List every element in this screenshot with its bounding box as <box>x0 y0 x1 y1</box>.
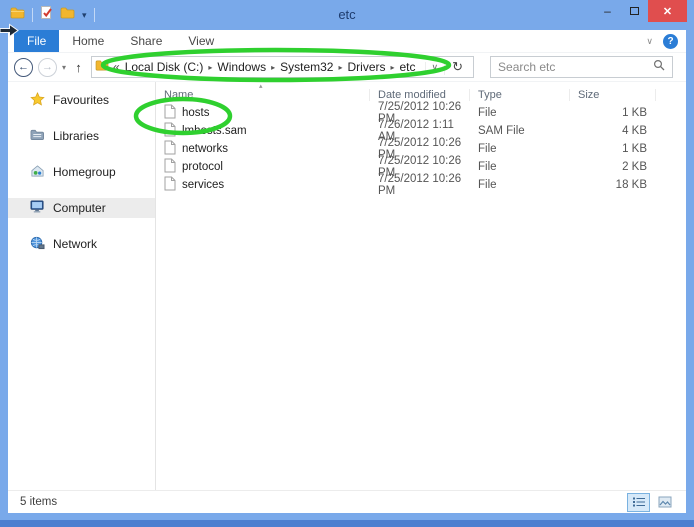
up-button[interactable]: ↑ <box>71 60 86 75</box>
breadcrumb-item-etc[interactable]: etc <box>397 60 419 74</box>
sidebar-item-label: Network <box>53 237 97 251</box>
size-cell: 4 KB <box>570 125 656 137</box>
file-name-cell: networks <box>156 140 370 158</box>
size-cell: 1 KB <box>570 107 656 119</box>
address-bar-row: ← → ▾ ↑ « Local Disk (C:) ▸ Windows ▸ Sy… <box>8 53 686 82</box>
window-bottom-edge <box>0 520 694 527</box>
column-header-date-modified[interactable]: Date modified <box>370 89 470 101</box>
column-header-size[interactable]: Size <box>570 89 656 101</box>
sidebar-item-computer[interactable]: Computer <box>8 198 155 218</box>
search-icon[interactable] <box>653 58 665 76</box>
file-icon <box>164 122 176 140</box>
explorer-window: ▾ etc – ✕ File Home Share View ∨ ? ← → ▾… <box>0 0 694 527</box>
window-controls: – ✕ <box>594 0 687 22</box>
address-dropdown-icon[interactable]: ∨ <box>425 62 445 73</box>
item-count: 5 items <box>20 496 57 508</box>
ribbon-tab-row: File Home Share View ∨ ? <box>8 30 686 53</box>
network-icon <box>30 236 45 253</box>
details-view-button[interactable] <box>627 493 650 512</box>
status-bar: 5 items <box>8 490 686 513</box>
sidebar-item-label: Favourites <box>53 93 109 107</box>
breadcrumb-item-drive[interactable]: Local Disk (C:) <box>122 60 207 74</box>
tab-share[interactable]: Share <box>117 30 175 52</box>
tab-view[interactable]: View <box>175 30 227 52</box>
sidebar-item-network[interactable]: Network <box>8 234 155 254</box>
column-headers: ▴ Name Date modified Type Size <box>156 82 686 104</box>
sort-ascending-icon: ▴ <box>259 82 263 90</box>
type-cell: File <box>470 143 570 155</box>
table-row-services[interactable]: services 7/25/2012 10:26 PM File 18 KB <box>156 176 686 194</box>
breadcrumb-item-drivers[interactable]: Drivers <box>344 60 388 74</box>
maximize-icon <box>630 7 639 15</box>
sidebar-item-label: Computer <box>53 201 106 215</box>
client-area: File Home Share View ∨ ? ← → ▾ ↑ « Local… <box>8 30 686 513</box>
breadcrumb-separator-icon[interactable]: ▸ <box>206 63 214 72</box>
column-header-name[interactable]: Name <box>156 89 370 101</box>
size-cell: 2 KB <box>570 161 656 173</box>
window-title: etc <box>0 7 694 22</box>
large-icons-view-button[interactable] <box>653 493 676 512</box>
view-buttons <box>627 493 676 512</box>
breadcrumb-separator-icon[interactable]: ▸ <box>336 63 344 72</box>
file-name-cell: services <box>156 176 370 194</box>
file-list-pane: ▴ Name Date modified Type Size hosts 7/2… <box>155 82 686 490</box>
forward-button[interactable]: → <box>38 58 57 77</box>
back-button[interactable]: ← <box>14 58 33 77</box>
file-icon <box>164 158 176 176</box>
breadcrumb-item-system32[interactable]: System32 <box>277 60 336 74</box>
refresh-icon[interactable]: ↻ <box>444 59 470 75</box>
help-icon[interactable]: ? <box>663 34 678 49</box>
file-name-cell: lmhosts.sam <box>156 122 370 140</box>
type-cell: File <box>470 161 570 173</box>
breadcrumb-overflow[interactable]: « <box>109 60 122 74</box>
file-icon <box>164 176 176 194</box>
file-icon <box>164 140 176 158</box>
type-cell: File <box>470 179 570 191</box>
tab-home[interactable]: Home <box>59 30 117 52</box>
breadcrumb-item-windows[interactable]: Windows <box>214 60 269 74</box>
search-input[interactable] <box>498 60 653 74</box>
computer-icon <box>30 200 45 216</box>
tab-file[interactable]: File <box>14 30 59 52</box>
navigation-pane: Favourites Libraries Homegroup <box>8 82 155 490</box>
homegroup-icon <box>30 164 45 181</box>
maximize-button[interactable] <box>621 0 648 22</box>
recent-locations-icon[interactable]: ▾ <box>62 63 66 72</box>
breadcrumb-separator-icon[interactable]: ▸ <box>388 63 396 72</box>
file-name-cell: hosts <box>156 104 370 122</box>
type-cell: File <box>470 107 570 119</box>
address-folder-icon <box>95 60 109 74</box>
file-name-cell: protocol <box>156 158 370 176</box>
date-cell: 7/25/2012 10:26 PM <box>370 173 470 197</box>
ribbon-right-controls: ∨ ? <box>646 30 678 52</box>
sidebar-item-homegroup[interactable]: Homegroup <box>8 162 155 182</box>
address-bar[interactable]: « Local Disk (C:) ▸ Windows ▸ System32 ▸… <box>91 56 474 78</box>
titlebar[interactable]: ▾ etc – ✕ <box>0 0 694 30</box>
size-cell: 18 KB <box>570 179 656 191</box>
star-icon <box>30 92 45 109</box>
sidebar-item-label: Homegroup <box>53 165 116 179</box>
column-header-type[interactable]: Type <box>470 89 570 101</box>
minimize-button[interactable]: – <box>594 0 621 22</box>
main-area: Favourites Libraries Homegroup <box>8 82 686 490</box>
libraries-icon <box>30 128 45 144</box>
collapse-ribbon-icon[interactable]: ∨ <box>646 36 653 47</box>
sidebar-item-libraries[interactable]: Libraries <box>8 126 155 146</box>
file-icon <box>164 104 176 122</box>
size-cell: 1 KB <box>570 143 656 155</box>
search-box[interactable] <box>490 56 673 78</box>
type-cell: SAM File <box>470 125 570 137</box>
sidebar-item-label: Libraries <box>53 129 99 143</box>
breadcrumb-separator-icon[interactable]: ▸ <box>269 63 277 72</box>
close-button[interactable]: ✕ <box>648 0 687 22</box>
sidebar-item-favourites[interactable]: Favourites <box>8 90 155 110</box>
